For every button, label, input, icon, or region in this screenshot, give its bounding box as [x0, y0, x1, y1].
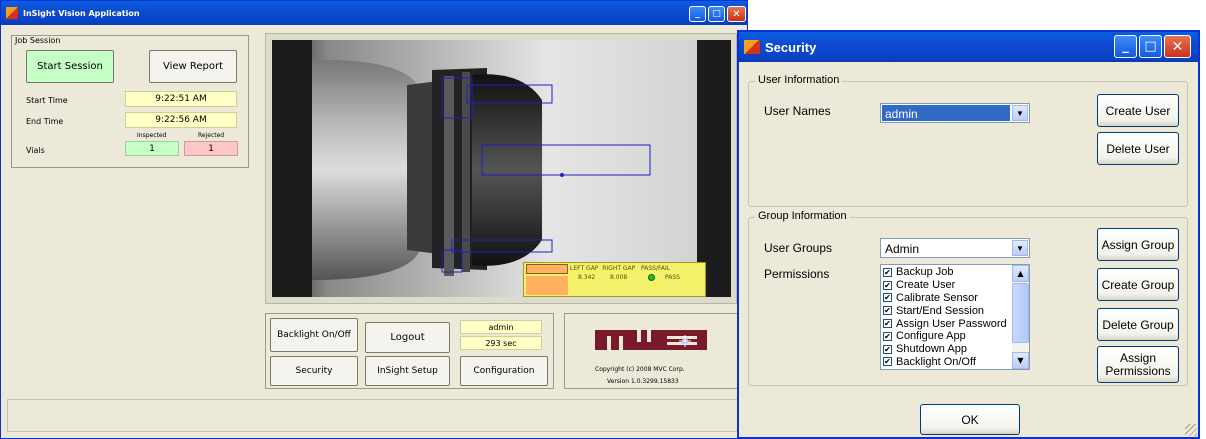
main-window-title: InSight Vision Application — [23, 8, 140, 18]
vials-label: Vials — [26, 146, 45, 155]
permissions-items: ✔ Backup Job ✔ Create User ✔ Calibrate Sens… — [883, 266, 1011, 368]
controls-panel: Backlight On/Off Logout admin 293 sec Se… — [265, 313, 554, 389]
security-app-icon — [744, 40, 760, 54]
left-gap-value: 8.342 — [578, 274, 596, 281]
main-status-bar — [7, 399, 741, 432]
copyright-text: Copyright (c) 2008 MVC Corp. — [595, 366, 685, 373]
permission-item[interactable]: ✔ Calibrate Sensor — [883, 292, 1011, 305]
checkbox-checked-icon[interactable]: ✔ — [883, 331, 892, 341]
current-user-field: admin — [460, 320, 542, 334]
scroll-up-icon[interactable]: ▲ — [1012, 265, 1029, 282]
rejected-count: 1 — [184, 141, 238, 156]
checkbox-checked-icon[interactable]: ✔ — [883, 280, 892, 290]
camera-view-frame: LEFT GAP RIGHT GAP PASS/FAIL 8.342 8.008… — [265, 33, 737, 304]
assign-group-button[interactable]: Assign Group — [1097, 228, 1179, 261]
permission-item[interactable]: ✔ Assign User Password — [883, 317, 1011, 330]
job-session-legend: Job Session — [15, 36, 61, 45]
permission-item[interactable]: ✔ Start/End Session — [883, 304, 1011, 317]
scrollbar-thumb[interactable] — [1012, 283, 1029, 343]
group-information-legend: Group Information — [755, 210, 850, 222]
configuration-button[interactable]: Configuration — [460, 356, 548, 386]
security-titlebar[interactable]: Security _ □ ✕ — [739, 32, 1198, 62]
ok-button[interactable]: OK — [920, 404, 1020, 435]
security-close-button[interactable]: ✕ — [1164, 35, 1191, 58]
overlay-orange-swatch — [526, 264, 568, 274]
checkbox-checked-icon[interactable]: ✔ — [883, 357, 892, 367]
user-information-legend: User Information — [755, 74, 843, 86]
assign-permissions-button[interactable]: Assign Permissions — [1097, 346, 1179, 383]
create-group-button[interactable]: Create Group — [1097, 268, 1179, 301]
pass-fail-value: PASS — [665, 274, 680, 281]
end-time-value: 9:22:56 AM — [125, 112, 237, 128]
checkbox-checked-icon[interactable]: ✔ — [883, 319, 892, 329]
backlight-button[interactable]: Backlight On/Off — [270, 318, 358, 352]
security-maximize-button[interactable]: □ — [1139, 35, 1162, 58]
security-button[interactable]: Security — [270, 356, 358, 386]
main-window: InSight Vision Application _ □ ✕ Job Ses… — [0, 0, 748, 439]
resize-grip-icon[interactable] — [1185, 424, 1197, 436]
inspected-header: Inspected — [137, 132, 167, 139]
view-report-button[interactable]: View Report — [149, 50, 237, 83]
inspected-count: 1 — [125, 141, 179, 156]
delete-user-button[interactable]: Delete User — [1097, 132, 1179, 165]
chevron-down-icon[interactable]: ▼ — [1012, 105, 1028, 121]
chevron-down-icon[interactable]: ▼ — [1012, 240, 1028, 256]
overlay-orange-block — [526, 276, 568, 295]
start-session-button[interactable]: Start Session — [26, 50, 114, 83]
right-gap-value: 8.008 — [610, 274, 628, 281]
checkbox-checked-icon[interactable]: ✔ — [883, 267, 892, 277]
scroll-down-icon[interactable]: ▼ — [1012, 352, 1029, 369]
logout-button[interactable]: Logout — [365, 322, 450, 353]
insight-setup-button[interactable]: InSight Setup — [365, 356, 450, 386]
create-user-button[interactable]: Create User — [1097, 94, 1179, 127]
user-groups-value: Admin — [885, 242, 920, 256]
security-title: Security — [765, 39, 817, 55]
app-icon — [6, 7, 18, 19]
permissions-list[interactable]: ✔ Backup Job ✔ Create User ✔ Calibrate Sens… — [880, 264, 1030, 370]
checkbox-checked-icon[interactable]: ✔ — [883, 293, 892, 303]
permission-item[interactable]: ✔ Backup Job — [883, 266, 1011, 279]
permission-item[interactable]: ✔ Create User — [883, 279, 1011, 292]
user-information-group: User Information User Names admin ▼ Crea… — [748, 74, 1188, 207]
user-names-dropdown[interactable]: admin ▼ — [880, 103, 1030, 123]
checkbox-checked-icon[interactable]: ✔ — [883, 306, 892, 316]
mvc-logo: mvc — [595, 324, 707, 356]
security-minimize-button[interactable]: _ — [1114, 35, 1137, 58]
main-titlebar[interactable]: InSight Vision Application _ □ ✕ — [1, 1, 747, 25]
vial-image — [272, 40, 731, 297]
permissions-label: Permissions — [764, 267, 830, 281]
group-information-group: Group Information User Groups Admin ▼ Pe… — [748, 210, 1188, 386]
security-dialog: Security _ □ ✕ User Information User Nam… — [737, 30, 1200, 439]
user-names-label: User Names — [764, 104, 831, 118]
end-time-label: End Time — [26, 117, 64, 126]
pass-indicator-icon — [648, 274, 655, 281]
delete-group-button[interactable]: Delete Group — [1097, 308, 1179, 341]
close-button[interactable]: ✕ — [727, 6, 746, 22]
rejected-header: Rejected — [198, 132, 225, 139]
permission-item[interactable]: ✔ Backlight On/Off — [883, 356, 1011, 369]
session-timer-field: 293 sec — [460, 336, 542, 350]
minimize-button[interactable]: _ — [689, 6, 706, 22]
permissions-scrollbar[interactable]: ▲ ▼ — [1012, 265, 1029, 369]
maximize-button[interactable]: □ — [708, 6, 725, 22]
permission-item[interactable]: ✔ Configure App — [883, 330, 1011, 343]
overlay-header: LEFT GAP RIGHT GAP PASS/FAIL — [570, 265, 671, 272]
job-session-panel: Job Session Start Session View Report St… — [11, 35, 249, 168]
permission-item[interactable]: ✔ Shutdown App — [883, 343, 1011, 356]
user-groups-label: User Groups — [764, 241, 833, 255]
start-time-label: Start Time — [26, 96, 68, 105]
logo-panel: mvc Copyright (c) 2008 MVC Corp. Version… — [564, 313, 738, 389]
version-text: Version 1.0.3299.15833 — [607, 378, 679, 385]
user-groups-dropdown[interactable]: Admin ▼ — [880, 238, 1030, 258]
measurement-overlay: LEFT GAP RIGHT GAP PASS/FAIL 8.342 8.008… — [523, 262, 706, 297]
camera-image[interactable]: LEFT GAP RIGHT GAP PASS/FAIL 8.342 8.008… — [272, 40, 731, 297]
start-time-value: 9:22:51 AM — [125, 91, 237, 107]
checkbox-checked-icon[interactable]: ✔ — [883, 344, 892, 354]
user-names-value: admin — [885, 107, 918, 121]
